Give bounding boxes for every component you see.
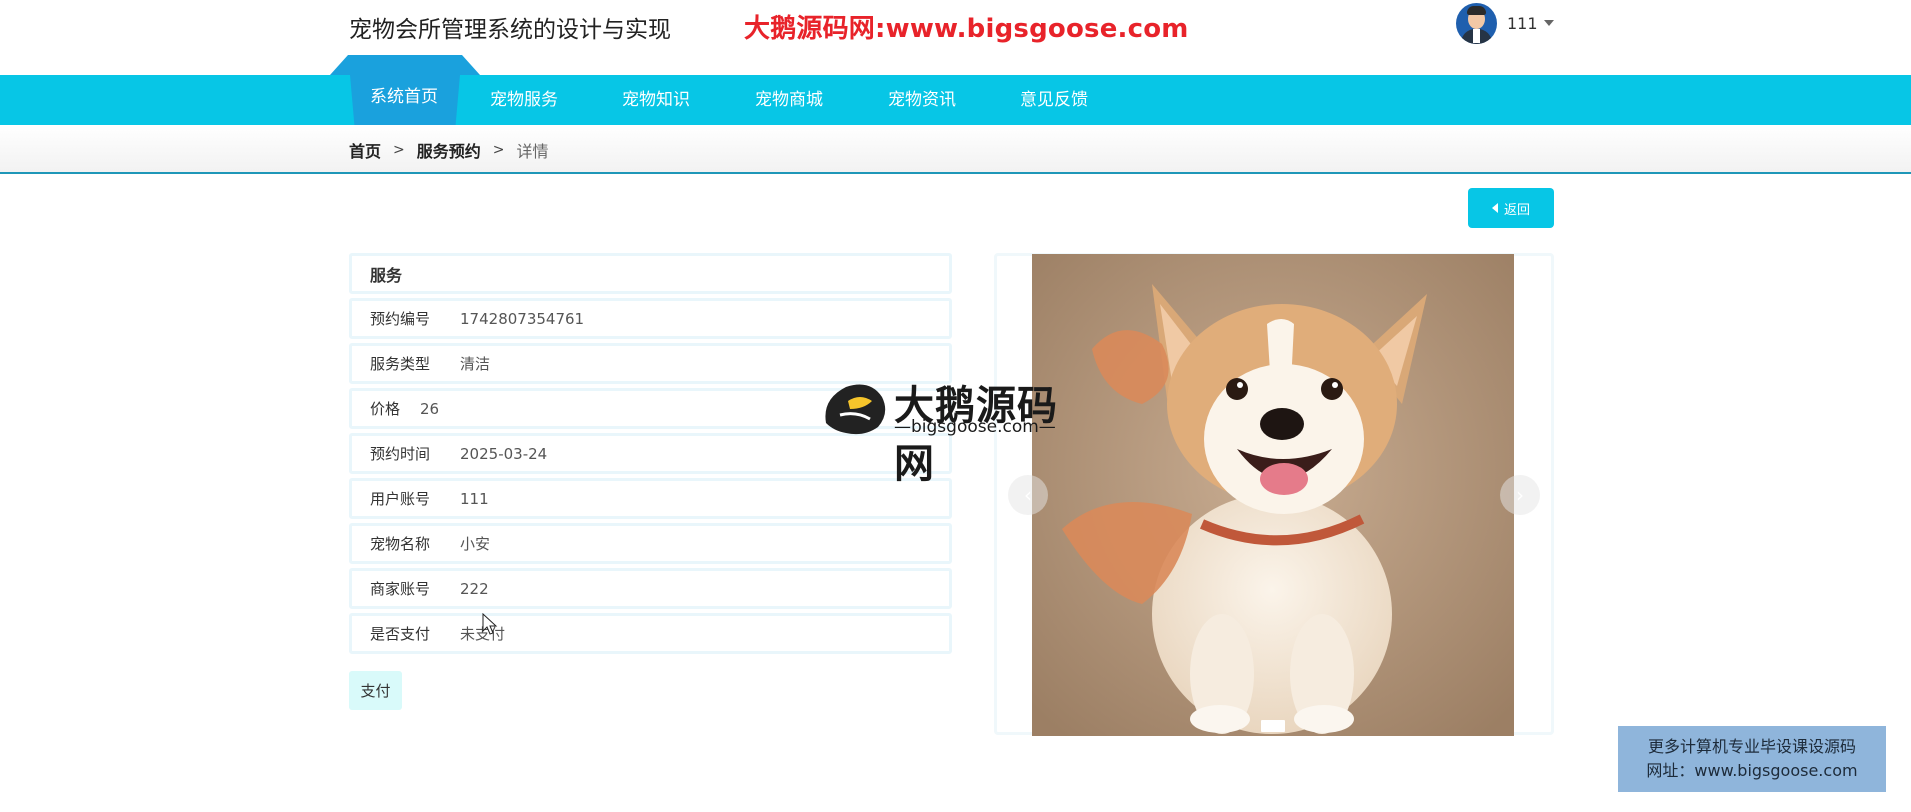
field-value: 2025-03-24	[460, 444, 548, 463]
top-header: 宠物会所管理系统的设计与实现 大鹅源码网:www.bigsgoose.com 1…	[0, 0, 1911, 75]
caret-left-icon	[1491, 203, 1498, 213]
pet-photo	[1032, 254, 1514, 736]
user-menu[interactable]: 111	[1456, 2, 1554, 44]
breadcrumb-separator: >	[492, 142, 505, 158]
nav-item-pet-mall[interactable]: 宠物商城	[755, 75, 823, 125]
nav-item-pet-services[interactable]: 宠物服务	[490, 75, 558, 125]
breadcrumb: 首页 > 服务预约 > 详情	[0, 125, 1911, 174]
pay-button[interactable]: 支付	[349, 671, 402, 710]
field-value: 小安	[460, 535, 491, 553]
field-label: 用户账号	[370, 490, 431, 508]
source-notice-banner: 更多计算机专业毕设课设源码 网址：www.bigsgoose.com	[1618, 726, 1886, 792]
nav-item-pet-news[interactable]: 宠物资讯	[888, 75, 956, 125]
avatar[interactable]	[1456, 2, 1497, 44]
corgi-photo-illustration	[1032, 254, 1514, 736]
watermark-url-text: 大鹅源码网:www.bigsgoose.com	[744, 14, 1189, 44]
field-value: 26	[420, 399, 440, 418]
nav-item-pet-knowledge[interactable]: 宠物知识	[622, 75, 690, 125]
back-button-label: 返回	[1503, 202, 1530, 218]
nav-item-home[interactable]: 系统首页	[370, 72, 438, 122]
overlay-logo-subtitle: —bigsgoose.com—	[894, 417, 1056, 437]
field-value: 222	[460, 579, 489, 598]
breadcrumb-section[interactable]: 服务预约	[417, 138, 481, 162]
chevron-down-icon[interactable]	[1543, 20, 1554, 26]
notice-line-2: 网址：www.bigsgoose.com	[1646, 761, 1858, 780]
field-label: 宠物名称	[370, 535, 431, 553]
breadcrumb-home[interactable]: 首页	[349, 138, 381, 162]
field-label: 价格	[370, 400, 401, 418]
field-label: 商家账号	[370, 580, 431, 598]
detail-row-merchant-account: 商家账号 222	[349, 568, 952, 609]
back-button[interactable]: 返回	[1468, 188, 1554, 228]
notice-line-1: 更多计算机专业毕设课设源码	[1647, 737, 1856, 756]
overlay-logo-watermark: 大鹅源码网 —bigsgoose.com—	[820, 373, 1090, 487]
breadcrumb-separator: >	[393, 142, 405, 158]
field-label: 预约时间	[370, 445, 431, 463]
field-value: 清洁	[460, 355, 491, 373]
detail-row-user-account: 用户账号 111	[349, 478, 952, 519]
carousel-indicator[interactable]	[1261, 720, 1285, 732]
field-label: 是否支付	[370, 625, 431, 643]
field-label: 服务类型	[370, 355, 431, 373]
detail-title-row: 服务	[349, 253, 952, 294]
field-label: 预约编号	[370, 310, 431, 328]
field-value: 111	[460, 489, 489, 508]
detail-row-payment-status: 是否支付 未支付	[349, 613, 952, 654]
nav-item-feedback[interactable]: 意见反馈	[1020, 75, 1088, 125]
detail-row-pet-name: 宠物名称 小安	[349, 523, 952, 564]
service-detail-card: 服务 预约编号 1742807354761 服务类型 清洁 价格 26 预约时间…	[349, 253, 952, 658]
detail-row-booking-id: 预约编号 1742807354761	[349, 298, 952, 339]
site-title: 宠物会所管理系统的设计与实现	[349, 17, 671, 43]
detail-title: 服务	[370, 265, 403, 285]
breadcrumb-current: 详情	[516, 142, 549, 161]
field-value: 1742807354761	[460, 309, 585, 328]
username-label[interactable]: 111	[1507, 14, 1538, 33]
chevron-right-icon: ›	[1516, 483, 1524, 507]
goose-logo-icon	[825, 384, 886, 435]
mouse-cursor-icon	[482, 613, 498, 635]
carousel-next-button[interactable]: ›	[1500, 475, 1540, 515]
